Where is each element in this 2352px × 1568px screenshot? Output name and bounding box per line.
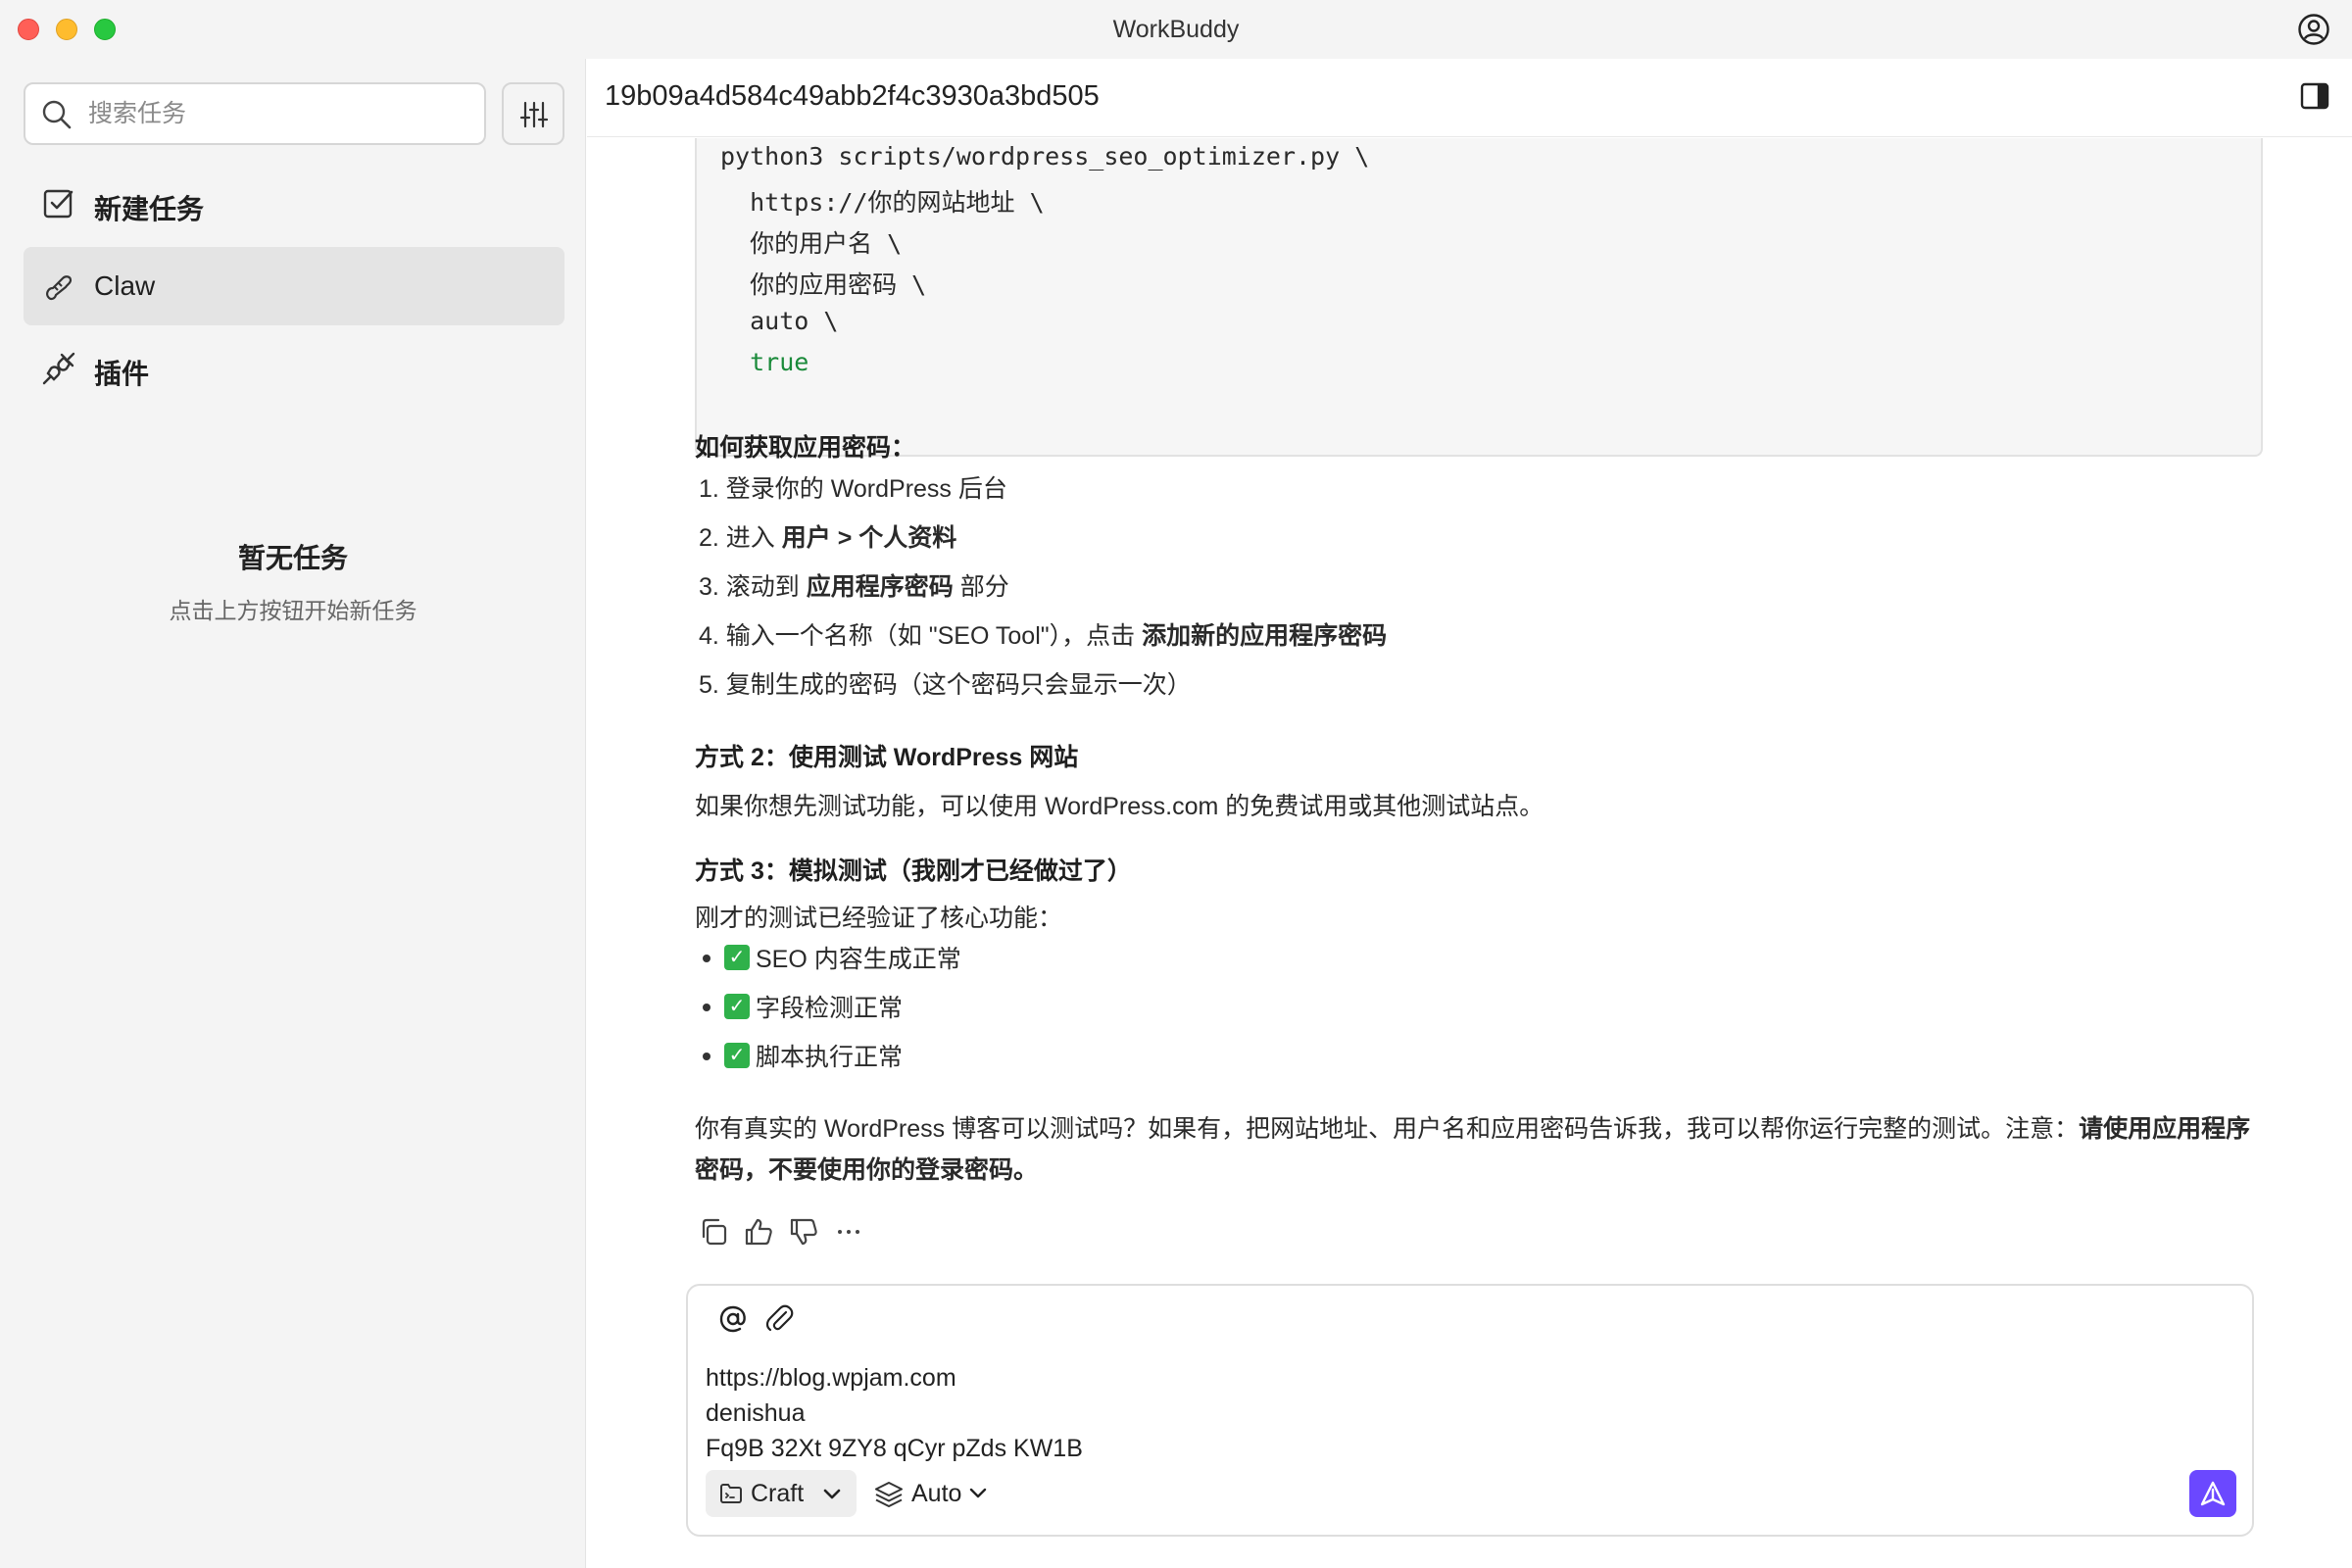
attachment-icon[interactable] xyxy=(764,1303,796,1335)
task-title: 19b09a4d584c49abb2f4c3930a3bd505 xyxy=(605,80,1100,112)
search-icon xyxy=(42,100,72,129)
code-block: python3 scripts/wordpress_seo_optimizer.… xyxy=(695,138,2263,457)
code-line: 你的用户名 \ xyxy=(720,229,903,258)
filter-button[interactable] xyxy=(502,82,564,145)
empty-state-title: 暂无任务 xyxy=(237,543,348,573)
empty-state-subtitle: 点击上方按钮开始新任务 xyxy=(169,598,417,623)
check-icon: ✓ xyxy=(724,1043,750,1069)
sliders-icon xyxy=(519,101,549,128)
main-header: 19b09a4d584c49abb2f4c3930a3bd505 xyxy=(587,59,2352,137)
sidebar-item-claw[interactable]: Claw xyxy=(24,247,564,325)
sidebar-item-label: 新建任务 xyxy=(94,194,205,224)
sidebar: 新建任务 Claw 插件 暂无任务 点击上方按钮开始新任务 xyxy=(0,59,586,1568)
sidebar-item-label: Claw xyxy=(94,270,156,301)
mode-label: Craft xyxy=(751,1480,805,1507)
message-content: python3 scripts/wordpress_seo_optimizer.… xyxy=(587,138,2352,1295)
more-icon[interactable] xyxy=(833,1216,864,1248)
list-item: 4. 输入一个名称（如 "SEO Tool"），点击 添加新的应用程序密码 xyxy=(699,622,1388,650)
howto-heading: 如何获取应用密码： xyxy=(695,434,916,462)
list-item: 2. 进入 用户 > 个人资料 xyxy=(699,524,957,552)
code-line: https://你的网站地址 \ xyxy=(720,188,1045,217)
code-line: python3 scripts/wordpress_seo_optimizer.… xyxy=(720,142,1370,171)
method3-intro: 刚才的测试已经验证了核心功能： xyxy=(695,905,1063,932)
title-bar: WorkBuddy xyxy=(0,0,2352,59)
list-item: ✓ 脚本执行正常 xyxy=(703,1038,903,1073)
code-line: auto \ xyxy=(720,307,839,335)
chevron-down-icon xyxy=(969,1488,987,1498)
folder-icon xyxy=(720,1484,742,1503)
final-paragraph: 你有真实的 WordPress 博客可以测试吗？如果有，把网站地址、用户名和应用… xyxy=(695,1115,2251,1184)
mention-icon[interactable] xyxy=(717,1303,749,1335)
account-icon[interactable] xyxy=(2297,13,2330,46)
search-input[interactable] xyxy=(88,94,470,133)
list-item: 5. 复制生成的密码（这个密码只会显示一次） xyxy=(699,671,1192,699)
list-item: ✓ SEO 内容生成正常 xyxy=(703,940,961,975)
copy-icon[interactable] xyxy=(698,1216,729,1248)
chevron-down-icon xyxy=(823,1489,841,1499)
list-item: 3. 滚动到 应用程序密码 部分 xyxy=(699,573,1009,601)
mode-select-button[interactable]: Craft xyxy=(706,1470,857,1517)
code-line: 你的应用密码 \ xyxy=(720,270,927,299)
list-item: 1. 登录你的 WordPress 后台 xyxy=(699,475,1007,503)
model-label: Auto xyxy=(911,1480,962,1507)
method3-heading: 方式 3：模拟测试（我刚才已经做过了） xyxy=(695,858,1132,885)
send-icon xyxy=(2200,1481,2226,1506)
check-icon: ✓ xyxy=(724,994,750,1020)
thumbs-down-icon[interactable] xyxy=(788,1216,819,1248)
composer-input[interactable]: https://blog.wpjam.com denishua Fq9B 32Xt … xyxy=(706,1360,1083,1466)
sidebar-item-label: 插件 xyxy=(94,359,150,389)
layers-icon xyxy=(875,1482,903,1507)
model-select-button[interactable]: Auto xyxy=(874,1470,992,1517)
sidebar-item-new-task[interactable]: 新建任务 xyxy=(24,165,564,243)
plugin-icon xyxy=(42,352,75,385)
thumbs-up-icon[interactable] xyxy=(743,1216,774,1248)
sidebar-item-plugins[interactable]: 插件 xyxy=(24,329,564,408)
list-item: ✓ 字段检测正常 xyxy=(703,989,903,1024)
claw-icon xyxy=(46,275,73,301)
method2-heading: 方式 2：使用测试 WordPress 网站 xyxy=(695,744,1079,771)
window-title: WorkBuddy xyxy=(1112,16,1240,43)
check-icon: ✓ xyxy=(724,945,750,971)
method2-text: 如果你想先测试功能，可以使用 WordPress.com 的免费试用或其他测试站… xyxy=(695,793,1544,820)
send-button[interactable] xyxy=(2189,1470,2236,1517)
code-line: true xyxy=(720,348,809,376)
toggle-panel-icon[interactable] xyxy=(2299,80,2330,112)
composer[interactable]: https://blog.wpjam.com denishua Fq9B 32Xt … xyxy=(686,1284,2254,1537)
new-task-icon xyxy=(43,189,74,219)
search-box[interactable] xyxy=(24,82,486,145)
